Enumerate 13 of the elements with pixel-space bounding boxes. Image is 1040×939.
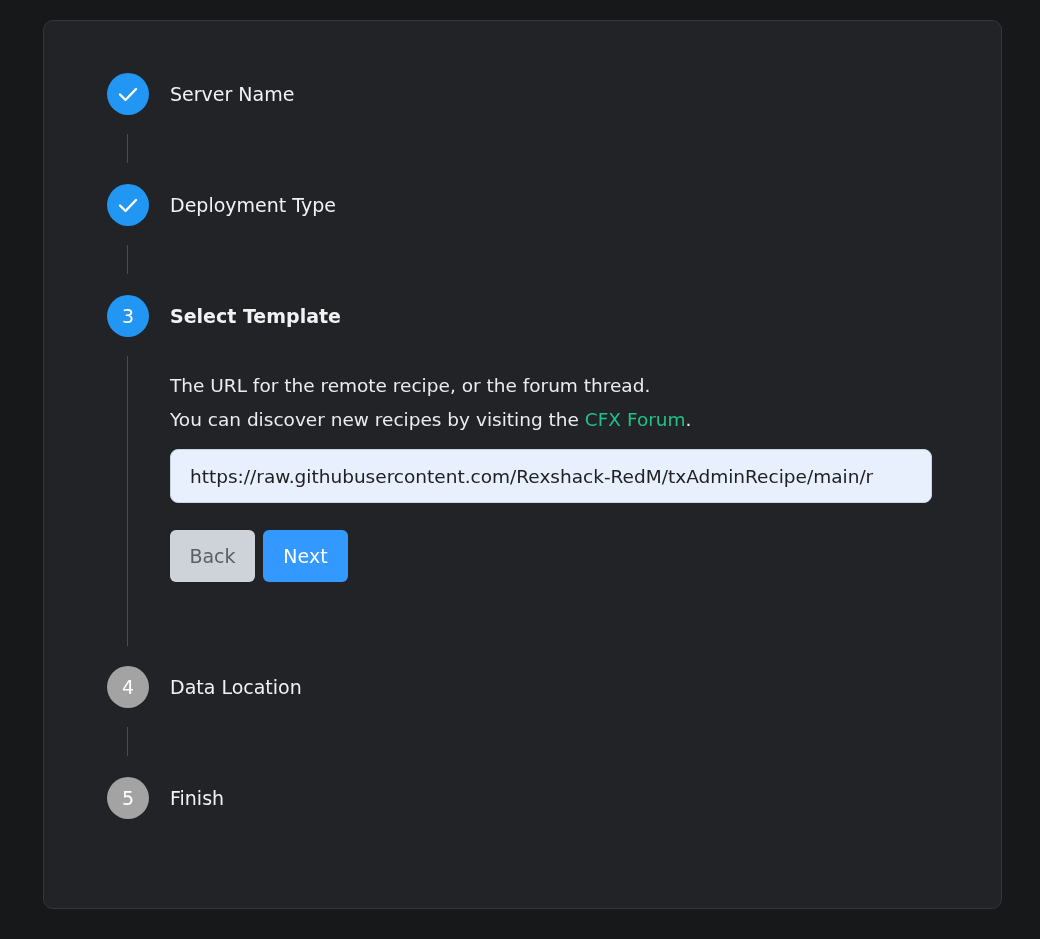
step-label: Finish [170, 787, 225, 809]
step-number: 3 [107, 295, 149, 337]
forum-link[interactable]: CFX Forum [584, 409, 686, 430]
step-number: 4 [107, 666, 149, 708]
hint-text: You can discover new recipes by visiting the CFX Forum. [170, 408, 693, 432]
step-label: Deployment Type [170, 194, 336, 216]
recipe-url-field[interactable]: https://raw.githubusercontent.com/Rexshack-RedM/txAdminRecipe/main/r [170, 449, 932, 503]
step-label: Data Location [170, 676, 302, 698]
description-text: The URL for the remote recipe, or the forum thread. [170, 374, 652, 398]
step-number: 5 [107, 777, 149, 819]
back-button[interactable]: Back [170, 530, 255, 582]
step-label: Select Template [170, 305, 341, 327]
step-label: Server Name [170, 83, 295, 105]
